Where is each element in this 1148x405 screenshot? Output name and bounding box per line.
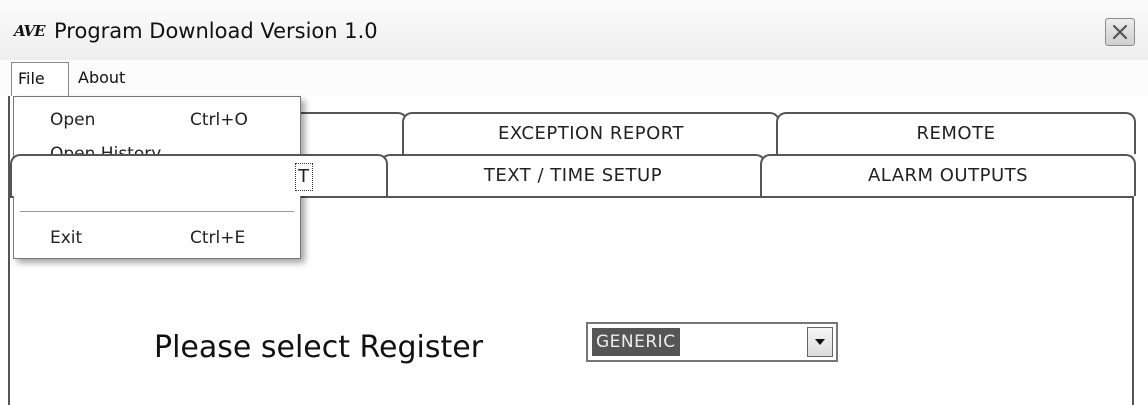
register-select-value: GENERIC — [592, 328, 680, 356]
menu-item-shortcut: Ctrl+E — [190, 228, 246, 248]
tab-label: EXCEPTION REPORT — [498, 123, 684, 144]
menu-bar — [0, 60, 1148, 96]
tab-exception-report[interactable]: EXCEPTION REPORT — [402, 112, 780, 154]
tab-label: TEXT / TIME SETUP — [483, 165, 663, 186]
tab-remote[interactable]: REMOTE — [776, 112, 1136, 154]
menu-separator — [20, 211, 294, 212]
tab-label: T — [295, 163, 313, 191]
tab-label: REMOTE — [916, 123, 996, 144]
menu-item-exit[interactable]: Exit Ctrl+E — [14, 223, 300, 253]
dropdown-arrow-icon — [815, 339, 825, 345]
tab-row2-first-active[interactable]: T — [10, 154, 388, 196]
window-title: Program Download Version 1.0 — [54, 19, 378, 43]
tab-label: ALARM OUTPUTS — [867, 165, 1029, 186]
menu-item-shortcut: Ctrl+O — [190, 110, 248, 130]
menu-item-label: Exit — [50, 228, 83, 248]
menu-item-label: Open — [50, 110, 96, 130]
tab-alarm-outputs[interactable]: ALARM OUTPUTS — [760, 154, 1136, 196]
register-select[interactable]: GENERIC — [586, 322, 838, 362]
menu-file[interactable]: File — [11, 62, 69, 96]
register-select-dropdown-button[interactable] — [807, 327, 833, 357]
menu-about[interactable]: About — [72, 62, 152, 96]
close-icon — [1112, 24, 1128, 40]
menu-item-open[interactable]: Open Ctrl+O — [14, 105, 300, 135]
app-logo: AVE — [14, 22, 46, 40]
register-prompt: Please select Register — [154, 330, 484, 365]
tab-text-time-setup[interactable]: TEXT / TIME SETUP — [380, 154, 766, 196]
title-bar: AVE Program Download Version 1.0 — [0, 0, 1148, 60]
close-button[interactable] — [1105, 18, 1135, 46]
